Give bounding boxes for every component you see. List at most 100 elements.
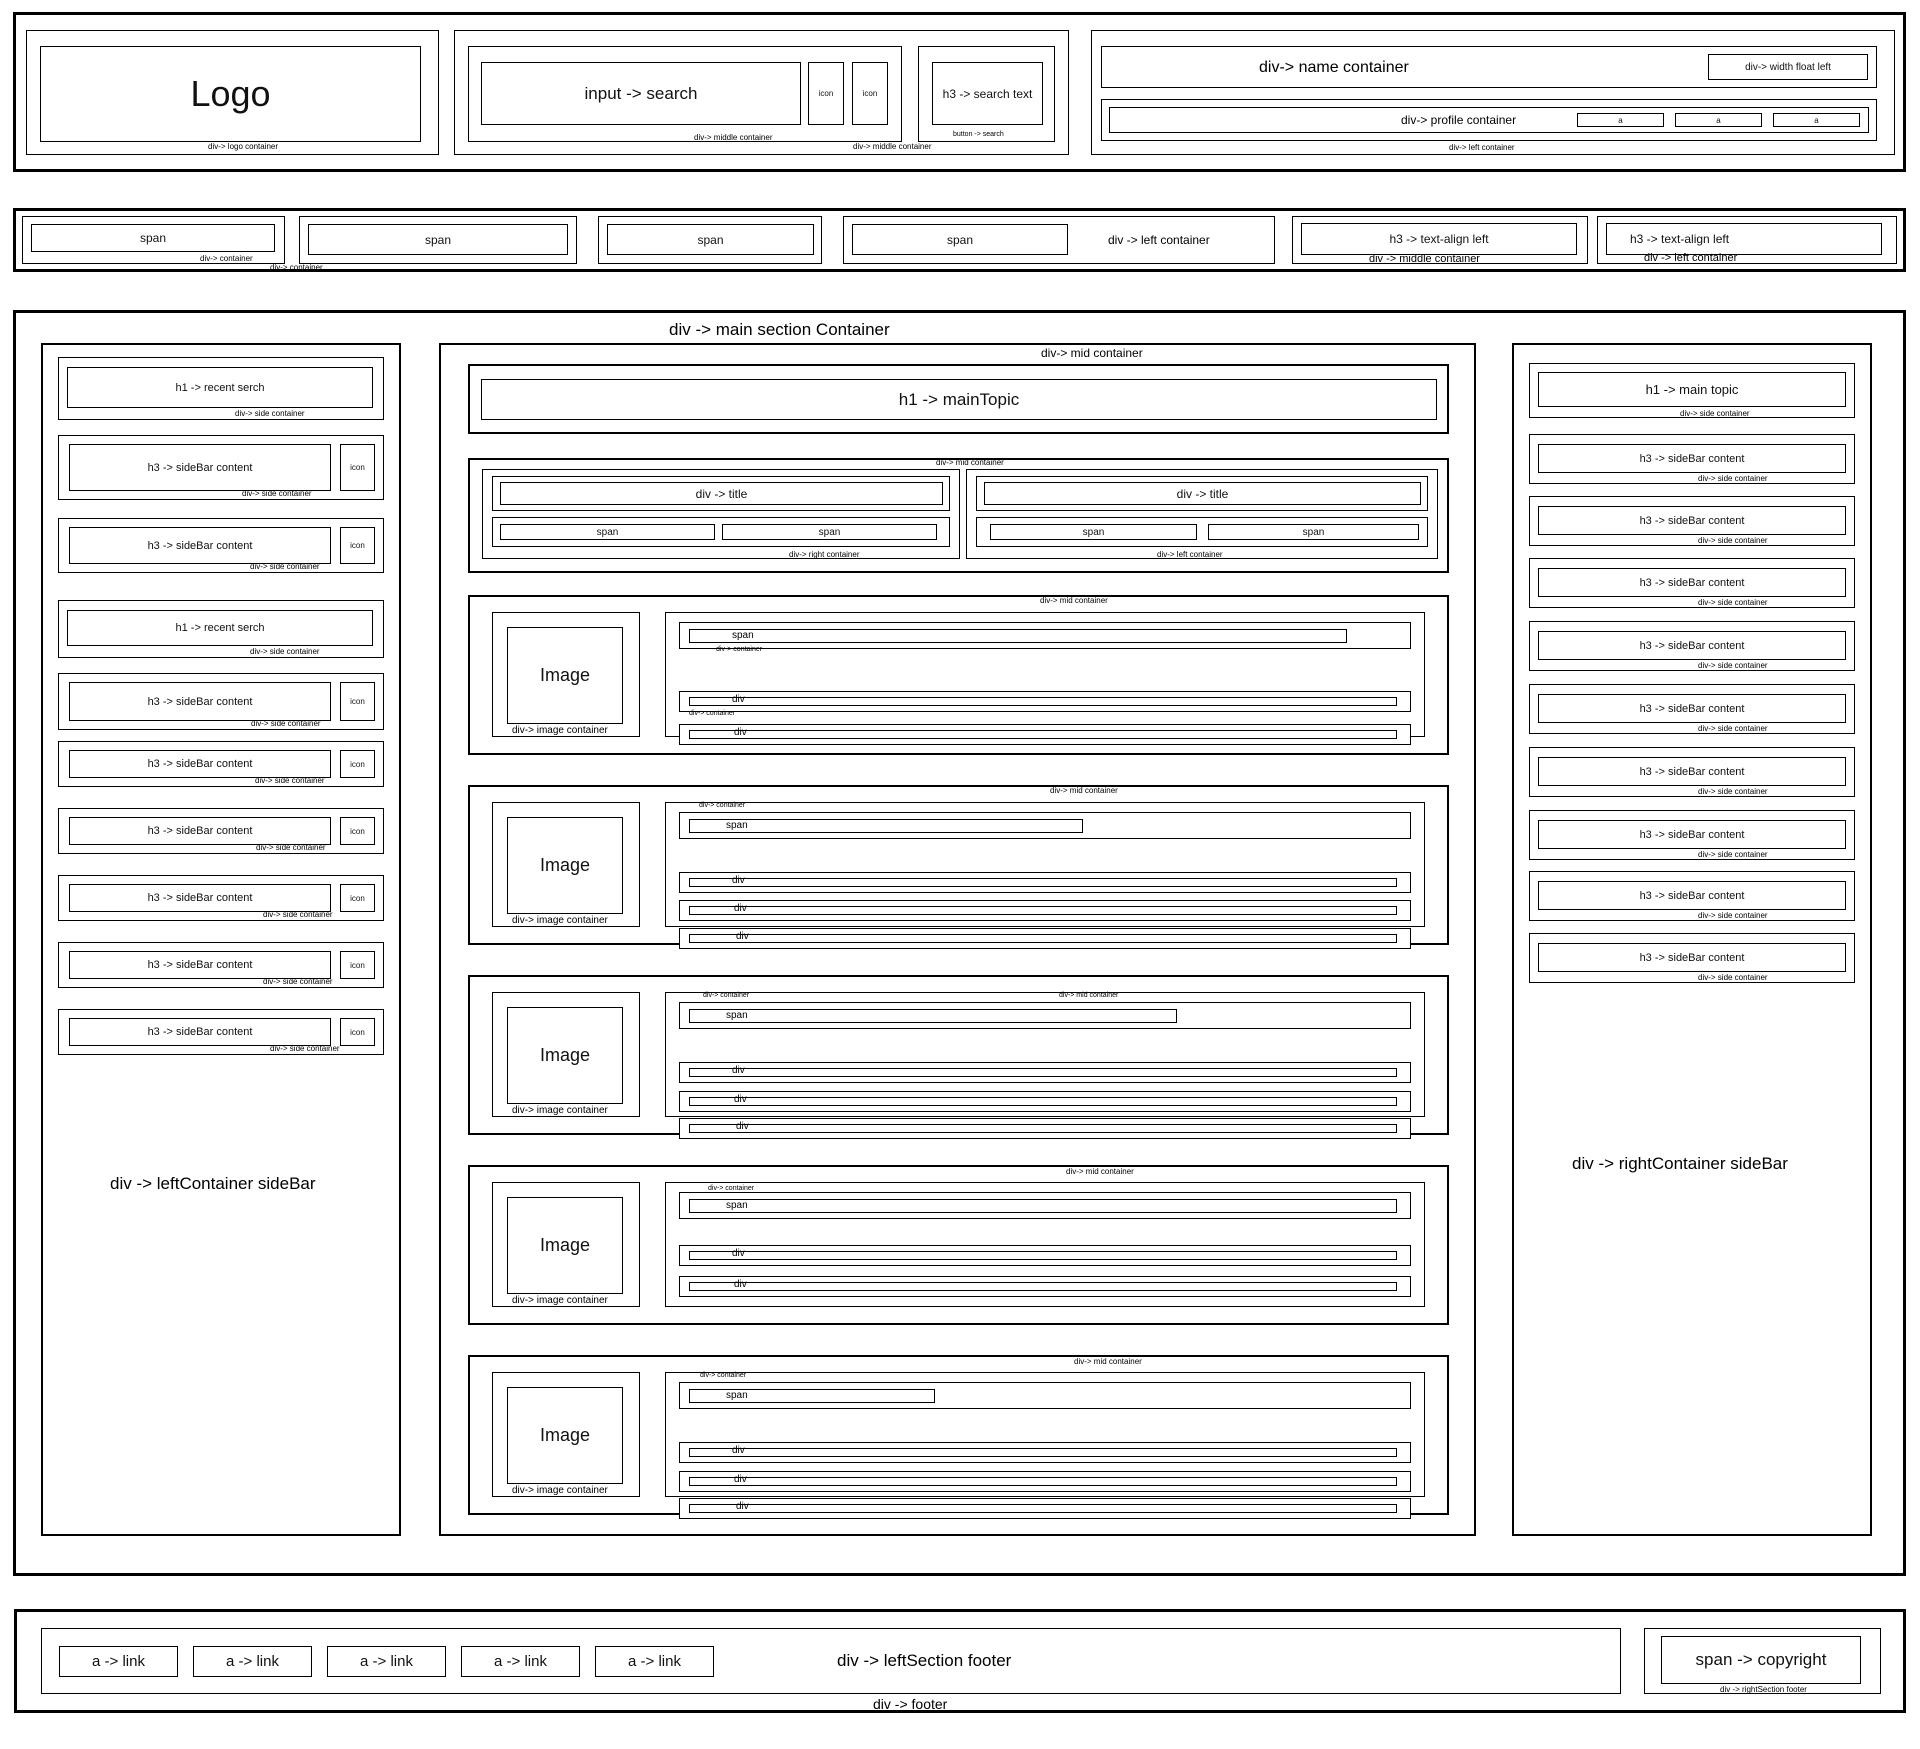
- search-button-text: h3 -> search text: [942, 86, 1033, 101]
- sidebar-content[interactable]: h3 -> sideBar content: [69, 951, 331, 979]
- sidebar-content[interactable]: h3 -> sideBar content: [69, 444, 331, 491]
- nav-span-text: span: [697, 232, 724, 247]
- footer-link-5[interactable]: a -> link: [595, 1646, 714, 1677]
- sidebar-content[interactable]: h3 -> sideBar content: [69, 817, 331, 845]
- sidebar-icon[interactable]: icon: [340, 1018, 375, 1046]
- article-image[interactable]: Image: [507, 627, 623, 724]
- footer-link-2[interactable]: a -> link: [193, 1646, 312, 1677]
- article-image[interactable]: Image: [507, 1387, 623, 1484]
- footer-link-1[interactable]: a -> link: [59, 1646, 178, 1677]
- nav-span-1[interactable]: span: [31, 224, 275, 252]
- content-div[interactable]: div: [689, 1502, 1397, 1513]
- sidebar-content[interactable]: h3 -> sideBar content: [1538, 444, 1846, 473]
- copyright[interactable]: span -> copyright: [1661, 1636, 1861, 1684]
- side-container-caption: div-> side container: [1698, 787, 1768, 796]
- content-div[interactable]: div: [689, 1066, 1397, 1077]
- content-div[interactable]: div: [689, 876, 1397, 887]
- content-div[interactable]: div: [689, 904, 1397, 915]
- sidebar-icon[interactable]: icon: [340, 884, 375, 912]
- recent-search[interactable]: h1 -> recent serch: [67, 610, 373, 646]
- nav-span-text: span: [139, 231, 167, 245]
- icon-label: icon: [818, 89, 834, 98]
- sidebar-content[interactable]: h3 -> sideBar content: [69, 750, 331, 778]
- container-caption: div-> container: [700, 1372, 747, 1379]
- article-image[interactable]: Image: [507, 1197, 623, 1294]
- sidebar-content[interactable]: h3 -> sideBar content: [1538, 881, 1846, 910]
- sidebar-icon[interactable]: icon: [340, 682, 375, 721]
- footer-link-3[interactable]: a -> link: [327, 1646, 446, 1677]
- main-topic[interactable]: h1 -> mainTopic: [481, 379, 1437, 420]
- content-div[interactable]: div: [689, 1446, 1397, 1457]
- icon-text: icon: [350, 826, 365, 836]
- mid-container-caption: div-> mid container: [1050, 786, 1118, 795]
- search-input[interactable]: input -> search: [481, 62, 801, 125]
- content-span[interactable]: span: [689, 1389, 935, 1403]
- sidebar-icon[interactable]: icon: [340, 444, 375, 491]
- logo[interactable]: Logo: [40, 46, 421, 142]
- sidebar-content[interactable]: h3 -> sideBar content: [69, 682, 331, 721]
- article-image[interactable]: Image: [507, 817, 623, 914]
- header-icon-2[interactable]: icon: [852, 62, 888, 125]
- left-sidebar-label: div -> leftContainer sideBar: [110, 1174, 316, 1193]
- profile-link-3[interactable]: a: [1773, 113, 1860, 127]
- content-div[interactable]: div: [689, 728, 1397, 739]
- nav-span-2[interactable]: span: [308, 224, 568, 255]
- sidebar-content[interactable]: h3 -> sideBar content: [1538, 943, 1846, 972]
- sidebar-content[interactable]: h3 -> sideBar content: [1538, 506, 1846, 535]
- image-container-caption: div-> image container: [512, 725, 608, 736]
- header-icon-1[interactable]: icon: [808, 62, 844, 125]
- content-span[interactable]: span: [689, 1199, 1397, 1213]
- title-span[interactable]: span: [1208, 524, 1419, 540]
- content-div[interactable]: div: [689, 932, 1397, 943]
- sidebar-content[interactable]: h3 -> sideBar content: [69, 527, 331, 564]
- content-span[interactable]: span: [689, 629, 1347, 643]
- nav-h3-left-1[interactable]: h3 -> text-align left: [1301, 223, 1577, 255]
- footer-link-text: a -> link: [92, 1653, 145, 1670]
- footer-left-section-label: div -> leftSection footer: [837, 1651, 1012, 1670]
- sidebar-content[interactable]: h3 -> sideBar content: [69, 1018, 331, 1046]
- title-span[interactable]: span: [722, 524, 937, 540]
- search-button[interactable]: h3 -> search text: [932, 62, 1043, 125]
- image-container-caption: div-> image container: [512, 915, 608, 926]
- sidebar-icon[interactable]: icon: [340, 527, 375, 564]
- content-span[interactable]: span: [689, 819, 1083, 833]
- div-title[interactable]: div -> title: [500, 482, 943, 505]
- span-text: span: [1082, 526, 1105, 538]
- content-div[interactable]: div: [689, 1280, 1397, 1291]
- nav-span-4[interactable]: span: [852, 224, 1068, 255]
- profile-link-1[interactable]: a: [1577, 113, 1664, 127]
- sidebar-content[interactable]: h3 -> sideBar content: [69, 884, 331, 912]
- sidebar-icon[interactable]: icon: [340, 817, 375, 845]
- footer-link-4[interactable]: a -> link: [461, 1646, 580, 1677]
- icon-text: icon: [350, 463, 365, 472]
- nav-span-3[interactable]: span: [607, 224, 814, 255]
- nav-left-container-caption: div -> left container: [1644, 252, 1738, 264]
- title-span[interactable]: span: [500, 524, 715, 540]
- content-div[interactable]: div: [689, 1122, 1397, 1133]
- content-div[interactable]: div: [689, 1249, 1397, 1260]
- article-image[interactable]: Image: [507, 1007, 623, 1104]
- recent-search[interactable]: h1 -> recent serch: [67, 367, 373, 408]
- content-span[interactable]: span: [689, 1009, 1177, 1023]
- profile-link-text: a: [1814, 115, 1819, 125]
- left-container-caption: div-> left container: [1157, 550, 1223, 559]
- main-topic-text: h1 -> mainTopic: [898, 389, 1020, 409]
- sidebar-content[interactable]: h3 -> sideBar content: [1538, 694, 1846, 723]
- sidebar-content[interactable]: h3 -> sideBar content: [1538, 757, 1846, 786]
- sidebar-content-text: h3 -> sideBar content: [1639, 639, 1745, 652]
- div-title[interactable]: div -> title: [984, 482, 1421, 505]
- sidebar-content[interactable]: h3 -> sideBar content: [1538, 568, 1846, 597]
- content-div[interactable]: div: [689, 1095, 1397, 1106]
- content-div[interactable]: div: [689, 695, 1397, 706]
- nav-span-text: span: [946, 232, 974, 247]
- sidebar-content[interactable]: h3 -> sideBar content: [1538, 631, 1846, 660]
- title-span[interactable]: span: [990, 524, 1197, 540]
- image-container-caption: div-> image container: [512, 1295, 608, 1306]
- right-main-topic[interactable]: h1 -> main topic: [1538, 372, 1846, 407]
- profile-link-2[interactable]: a: [1675, 113, 1762, 127]
- nav-h3-left-2[interactable]: h3 -> text-align left: [1606, 223, 1882, 255]
- sidebar-content[interactable]: h3 -> sideBar content: [1538, 820, 1846, 849]
- sidebar-icon[interactable]: icon: [340, 750, 375, 778]
- sidebar-icon[interactable]: icon: [340, 951, 375, 979]
- content-div[interactable]: div: [689, 1475, 1397, 1486]
